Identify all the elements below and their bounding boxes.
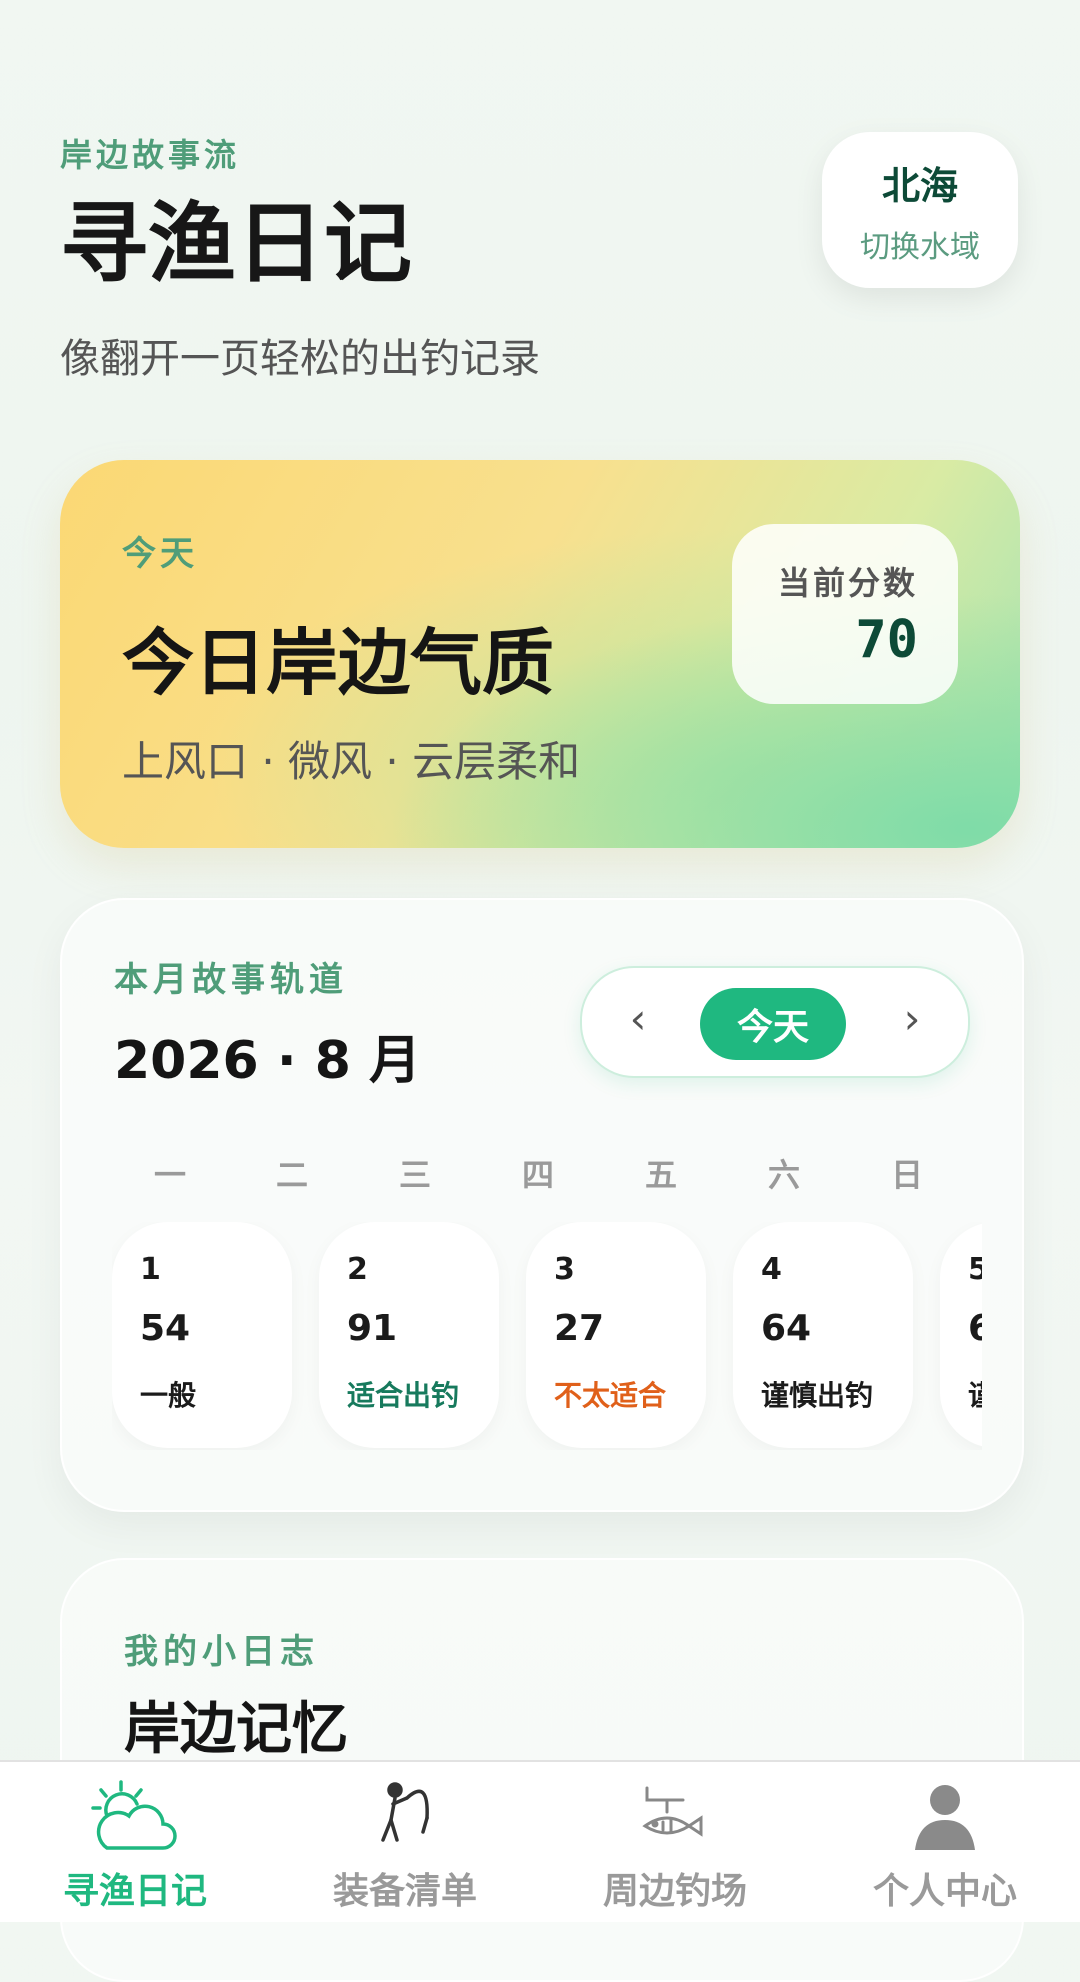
today-card[interactable]: 今天 今日岸边气质 上风口 · 微风 · 云层柔和 当前分数 70 <box>60 460 1020 848</box>
diary-title: 岸边记忆 <box>124 1697 348 1762</box>
region-switch-button[interactable]: 北海 切换水域 <box>822 132 1018 288</box>
day-date: 2 <box>347 1252 368 1287</box>
weekday-mon: 一 <box>153 1156 186 1194</box>
user-avatar-icon <box>915 1785 975 1850</box>
calendar-month: 2026 · 8 月 <box>114 1031 421 1091</box>
today-tag: 今天 <box>122 534 198 574</box>
month-nav: ‹ 今天 › <box>580 966 970 1078</box>
diary-tag: 我的小日志 <box>124 1632 319 1672</box>
tab-diary[interactable]: 寻渔日记 <box>0 1762 270 1922</box>
region-switch-label: 切换水域 <box>860 229 980 265</box>
day-strip[interactable]: 1 54 一般 2 91 适合出钓 3 27 不太适合 4 64 谨慎出钓 5 … <box>112 1222 982 1450</box>
tab-label: 周边钓场 <box>602 1871 747 1912</box>
score-value: 70 <box>855 610 918 670</box>
day-status: 谨慎出钓 <box>761 1379 874 1412</box>
day-card[interactable]: 2 91 适合出钓 <box>319 1222 499 1448</box>
day-score: 54 <box>140 1308 191 1349</box>
day-score: 27 <box>554 1308 605 1349</box>
page-title: 寻渔日记 <box>60 192 413 295</box>
day-card[interactable]: 3 27 不太适合 <box>526 1222 706 1448</box>
today-button[interactable]: 今天 <box>700 988 846 1060</box>
page-header: 岸边故事流 寻渔日记 像翻开一页轻松的出钓记录 <box>60 130 540 384</box>
header-eyebrow: 岸边故事流 <box>60 136 241 174</box>
day-date: 3 <box>554 1252 575 1287</box>
weather-cloud-sun-icon <box>91 1780 177 1850</box>
score-badge: 当前分数 70 <box>732 524 958 704</box>
angler-fishing-icon <box>381 1782 429 1842</box>
weekday-sun: 日 <box>890 1156 923 1194</box>
day-card[interactable]: 5 6 谨 <box>940 1222 982 1448</box>
score-label: 当前分数 <box>777 564 918 602</box>
today-title: 今日岸边气质 <box>122 621 555 705</box>
fish-hook-icon <box>642 1786 703 1837</box>
day-status: 不太适合 <box>554 1379 667 1412</box>
today-description: 上风口 · 微风 · 云层柔和 <box>122 737 581 786</box>
tab-label: 装备清单 <box>332 1871 477 1912</box>
day-date: 4 <box>761 1252 782 1287</box>
day-card[interactable]: 1 54 一般 <box>112 1222 292 1448</box>
day-score: 91 <box>347 1308 398 1349</box>
day-score: 6 <box>968 1308 982 1349</box>
weekday-fri: 五 <box>644 1156 677 1194</box>
weekday-wed: 三 <box>398 1156 431 1194</box>
tab-label: 个人中心 <box>872 1871 1017 1912</box>
next-month-button[interactable]: › <box>892 994 932 1043</box>
month-calendar: 本月故事轨道 2026 · 8 月 ‹ 今天 › 一 二 三 四 五 六 日 1… <box>60 898 1024 1512</box>
weekday-sat: 六 <box>767 1156 800 1194</box>
page-subtitle: 像翻开一页轻松的出钓记录 <box>60 336 540 382</box>
day-score: 64 <box>761 1308 812 1349</box>
tab-spots[interactable]: 周边钓场 <box>540 1762 810 1922</box>
calendar-tag: 本月故事轨道 <box>114 960 348 1000</box>
region-name: 北海 <box>881 163 958 208</box>
day-date: 1 <box>140 1252 161 1287</box>
tab-label: 寻渔日记 <box>62 1871 207 1912</box>
day-date: 5 <box>968 1252 982 1287</box>
day-card[interactable]: 4 64 谨慎出钓 <box>733 1222 913 1448</box>
day-status: 适合出钓 <box>347 1379 460 1412</box>
day-status: 一般 <box>140 1379 197 1412</box>
day-status: 谨 <box>968 1374 982 1414</box>
tab-gear[interactable]: 装备清单 <box>270 1762 540 1922</box>
bottom-tab-bar: 寻渔日记 装备清单 周边钓场 个人中心 <box>0 1760 1080 1922</box>
weekday-tue: 二 <box>275 1156 308 1194</box>
weekday-thu: 四 <box>521 1156 554 1194</box>
prev-month-button[interactable]: ‹ <box>618 994 658 1043</box>
tab-profile[interactable]: 个人中心 <box>810 1762 1080 1922</box>
